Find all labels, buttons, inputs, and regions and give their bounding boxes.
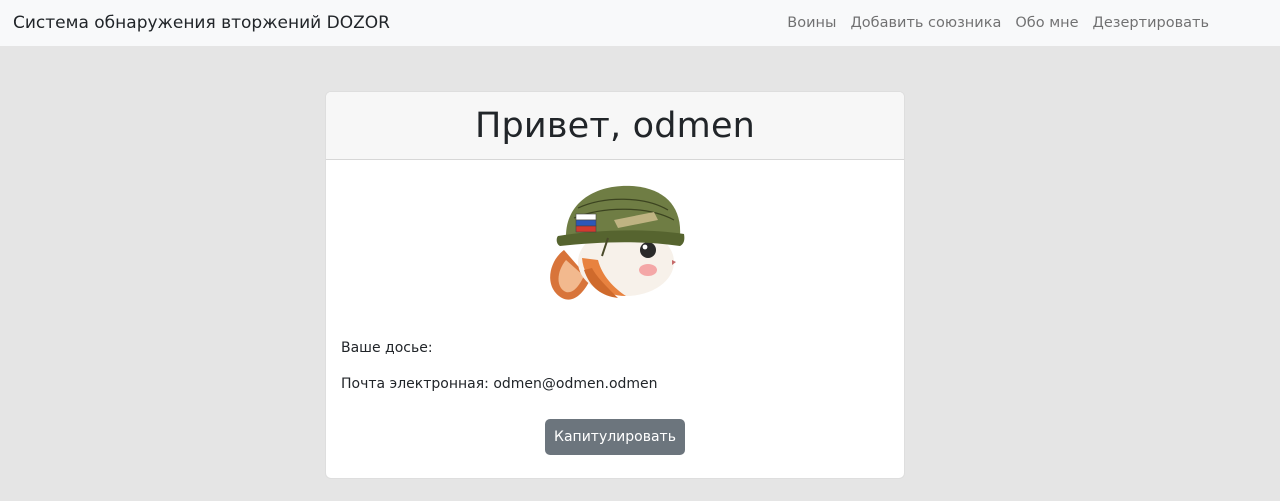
capitulate-button[interactable]: Капитулировать	[545, 419, 685, 455]
brand-link[interactable]: Система обнаружения вторжений DOZOR	[13, 13, 390, 33]
nav-links: Воины Добавить союзника Обо мне Дезертир…	[787, 0, 1209, 46]
profile-card: Привет, odmen Ваше досье: Почта электрон…	[325, 91, 905, 479]
nav-link-desert[interactable]: Дезертировать	[1093, 15, 1209, 31]
dossier-label: Ваше досье:	[341, 340, 433, 356]
email-value: odmen@odmen.odmen	[493, 376, 658, 392]
navbar: Система обнаружения вторжений DOZOR Воин…	[0, 0, 1280, 46]
email-label: Почта электронная:	[341, 376, 489, 392]
greeting-title: Привет, odmen	[474, 105, 756, 146]
nav-link-warriors[interactable]: Воины	[787, 15, 836, 31]
avatar-container	[326, 180, 904, 304]
hamster-in-helmet-icon	[550, 185, 685, 300]
card-header: Привет, odmen	[326, 92, 904, 160]
email-line: Почта электронная: odmen@odmen.odmen	[341, 376, 658, 392]
nav-link-add-ally[interactable]: Добавить союзника	[850, 15, 1001, 31]
nav-link-about-me[interactable]: Обо мне	[1015, 15, 1078, 31]
